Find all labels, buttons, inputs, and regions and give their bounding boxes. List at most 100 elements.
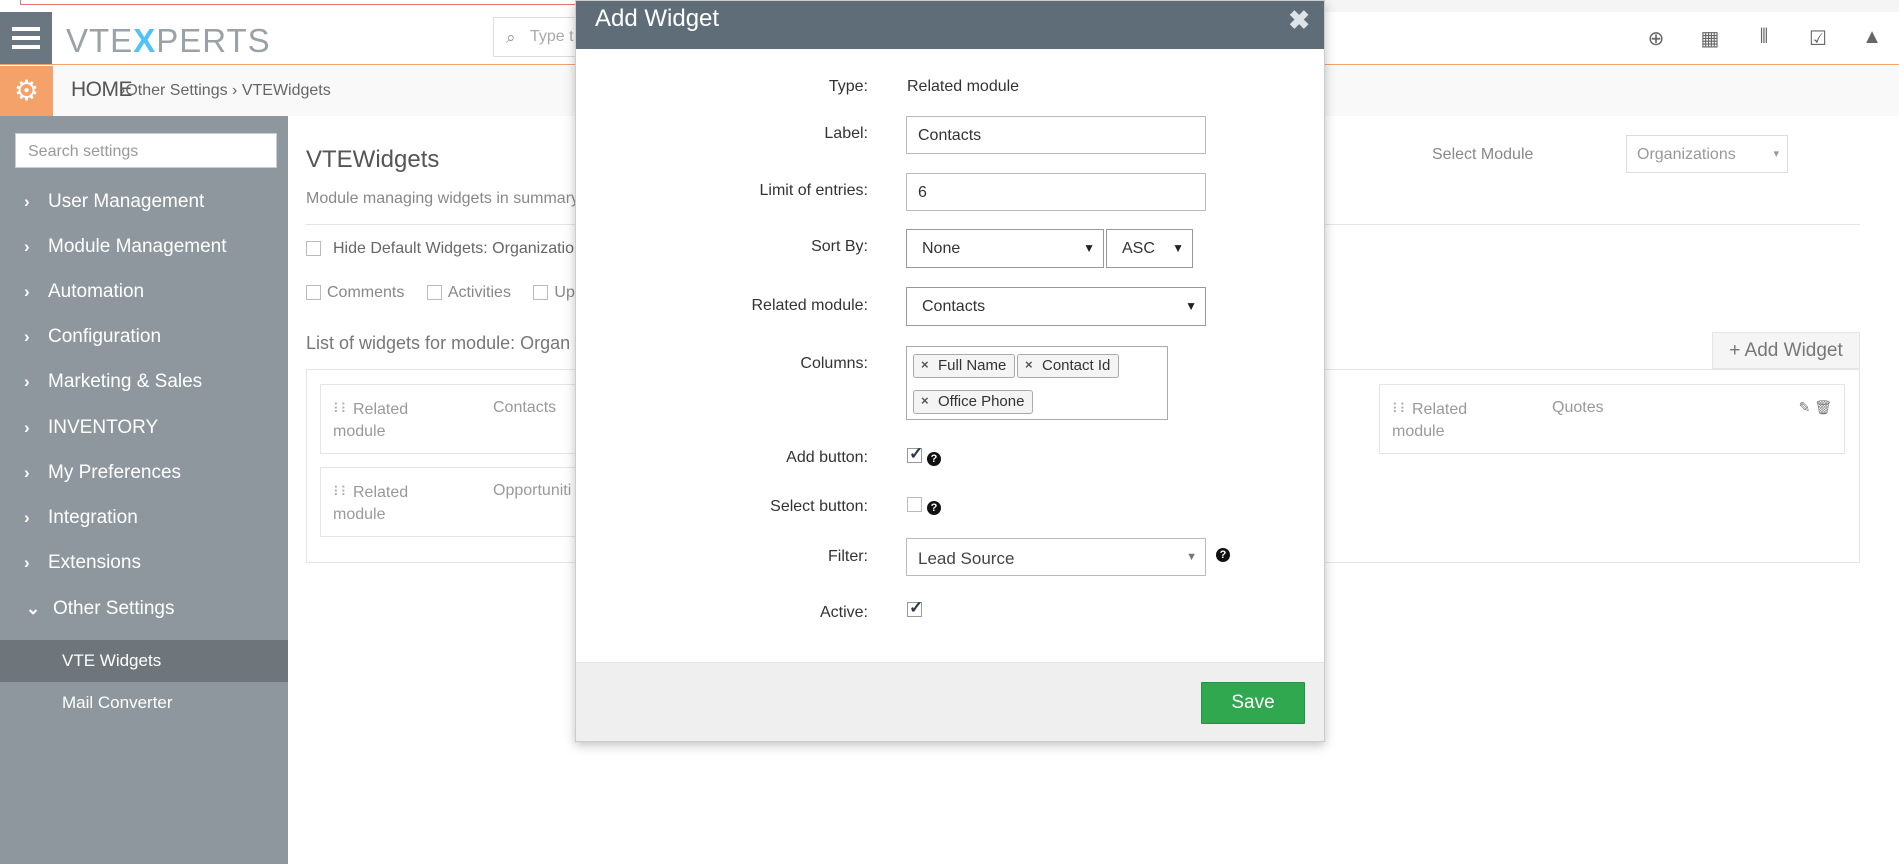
widget-type-toggles: Comments Activities Upd bbox=[306, 284, 576, 302]
hide-default-checkbox[interactable] bbox=[306, 241, 321, 257]
type-label: Comments bbox=[327, 284, 405, 301]
chevron-right-icon: › bbox=[24, 418, 30, 437]
sidebar-item-label: Integration bbox=[48, 507, 138, 528]
chevron-right-icon: › bbox=[24, 327, 30, 346]
select-button-checkbox[interactable] bbox=[907, 497, 922, 512]
hide-default-label: Hide Default Widgets: Organization bbox=[333, 240, 576, 257]
select-button-label: Select button: bbox=[770, 498, 868, 515]
add-widget-modal: Add Widget ✖ Type: Related module Label:… bbox=[575, 0, 1325, 742]
updates-checkbox[interactable] bbox=[533, 285, 549, 301]
sort-by-value: None bbox=[922, 240, 961, 257]
limit-of-entries-input[interactable]: 6 bbox=[906, 173, 1206, 211]
sidebar-item-my-preferences[interactable]: › My Preferences bbox=[0, 453, 288, 493]
top-alert-line bbox=[20, 0, 580, 5]
search-icon: ⌕ bbox=[506, 28, 516, 47]
related-module-value: Contacts bbox=[922, 298, 986, 315]
comments-checkbox[interactable] bbox=[306, 285, 321, 301]
help-icon[interactable]: ? bbox=[1216, 548, 1230, 562]
widget-card[interactable]: ⠇⠇ Related module Quotes ✎ 🗑 bbox=[1379, 384, 1845, 454]
chevron-right-icon: › bbox=[24, 463, 30, 482]
filter-label: Filter: bbox=[828, 548, 868, 565]
sidebar-item-integration[interactable]: › Integration bbox=[0, 498, 288, 538]
chevron-right-icon: › bbox=[24, 192, 30, 211]
type-toggle-activities[interactable]: Activities bbox=[426, 284, 511, 301]
logo-text-part: X bbox=[133, 22, 157, 59]
global-search-input[interactable]: ⌕ Type t bbox=[493, 17, 583, 57]
trash-icon[interactable]: 🗑 bbox=[1814, 399, 1832, 415]
remove-tag-icon[interactable]: × bbox=[921, 357, 929, 372]
widget-type: Related module bbox=[333, 401, 409, 440]
modal-header: Add Widget ✖ bbox=[576, 1, 1324, 49]
column-tag: × Contact Id bbox=[1017, 354, 1120, 378]
search-settings-input[interactable]: Search settings bbox=[15, 133, 277, 168]
sidebar-item-label: Automation bbox=[48, 281, 145, 302]
sort-by-label: Sort By: bbox=[811, 238, 868, 255]
sidebar-item-automation[interactable]: › Automation bbox=[0, 272, 288, 312]
gear-icon[interactable]: ⚙ bbox=[0, 66, 53, 116]
column-tag-label: Office Phone bbox=[938, 393, 1025, 410]
breadcrumb-path[interactable]: ›Other Settings › VTEWidgets bbox=[120, 82, 331, 100]
sidebar-item-user-management[interactable]: › User Management bbox=[0, 182, 288, 222]
column-tag: × Office Phone bbox=[913, 390, 1034, 414]
widget-name: Quotes bbox=[1552, 399, 1604, 416]
checkmark-icon: ✓ bbox=[909, 598, 924, 617]
bar-chart-icon[interactable]: ⫴ bbox=[1737, 26, 1791, 51]
checkmark-icon: ✓ bbox=[909, 444, 924, 463]
columns-multiselect[interactable]: × Full Name × Contact Id × Office Phone bbox=[906, 346, 1168, 420]
sidebar-item-configuration[interactable]: › Configuration bbox=[0, 317, 288, 357]
filter-select[interactable]: Lead Source ▼ bbox=[906, 538, 1206, 576]
user-icon[interactable]: ▲ bbox=[1845, 26, 1899, 51]
caret-down-icon: ▼ bbox=[1083, 241, 1095, 255]
columns-label: Columns: bbox=[800, 355, 868, 372]
sidebar-item-label: User Management bbox=[48, 191, 205, 212]
sidebar-item-label: My Preferences bbox=[48, 462, 182, 483]
top-strip bbox=[1310, 0, 1899, 12]
add-widget-button[interactable]: + Add Widget bbox=[1712, 332, 1860, 369]
plus-circle-icon[interactable]: ⊕ bbox=[1629, 26, 1683, 51]
task-check-icon[interactable]: ☑ bbox=[1791, 26, 1845, 51]
active-label: Active: bbox=[819, 604, 868, 621]
sort-order-select[interactable]: ASC ▼ bbox=[1106, 229, 1193, 268]
remove-tag-icon[interactable]: × bbox=[1025, 357, 1033, 372]
type-toggle-updates[interactable]: Upd bbox=[533, 284, 576, 301]
sidebar-item-label: Marketing & Sales bbox=[48, 371, 203, 392]
activities-checkbox[interactable] bbox=[426, 285, 442, 301]
widget-card[interactable]: ⠇⠇ Related module Contacts bbox=[320, 384, 582, 454]
related-module-label: Related module: bbox=[751, 297, 868, 314]
vtexperts-logo[interactable]: VTEXPERTS bbox=[66, 22, 271, 60]
pencil-icon[interactable]: ✎ bbox=[1799, 399, 1811, 415]
widget-card[interactable]: ⠇⠇ Related module Opportuniti bbox=[320, 467, 582, 537]
sidebar-subitem-mail-converter[interactable]: Mail Converter bbox=[0, 682, 288, 724]
related-module-select[interactable]: Contacts ▼ bbox=[906, 287, 1206, 326]
remove-tag-icon[interactable]: × bbox=[921, 393, 929, 408]
label-input[interactable]: Contacts bbox=[906, 116, 1206, 154]
active-checkbox[interactable]: ✓ bbox=[907, 598, 923, 617]
chevron-down-icon: ⌄ bbox=[26, 599, 41, 618]
widget-name: Contacts bbox=[493, 399, 557, 416]
save-button[interactable]: Save bbox=[1201, 682, 1305, 724]
sidebar-item-marketing-sales[interactable]: › Marketing & Sales bbox=[0, 362, 288, 402]
type-toggle-comments[interactable]: Comments bbox=[306, 284, 404, 301]
widget-actions: ✎ 🗑 bbox=[1799, 399, 1832, 416]
help-icon[interactable]: ? bbox=[927, 452, 941, 466]
help-icon[interactable]: ? bbox=[927, 501, 941, 515]
column-tag-label: Contact Id bbox=[1042, 357, 1111, 374]
settings-sidebar: Search settings › User Management › Module… bbox=[0, 116, 288, 864]
add-button-checkbox[interactable]: ✓ bbox=[907, 444, 923, 463]
sidebar-item-module-management[interactable]: › Module Management bbox=[0, 227, 288, 267]
menu-toggle-button[interactable] bbox=[0, 12, 52, 64]
select-module-dropdown[interactable]: Organizations ▾ bbox=[1626, 135, 1788, 173]
chevron-right-icon: › bbox=[24, 553, 30, 572]
calendar-icon[interactable]: ▦ bbox=[1683, 26, 1737, 51]
sidebar-item-inventory[interactable]: › INVENTORY bbox=[0, 408, 288, 448]
hide-default-widgets[interactable]: Hide Default Widgets: Organization bbox=[306, 240, 576, 258]
close-icon[interactable]: ✖ bbox=[1288, 5, 1310, 36]
sidebar-item-label: Extensions bbox=[48, 552, 141, 573]
sidebar-subitem-vte-widgets[interactable]: VTE Widgets bbox=[0, 640, 288, 682]
search-placeholder: Type t bbox=[530, 28, 574, 45]
sort-by-select[interactable]: None ▼ bbox=[906, 229, 1104, 268]
sidebar-item-other-settings[interactable]: ⌄ Other Settings bbox=[0, 589, 288, 629]
hamburger-icon bbox=[12, 27, 40, 31]
sort-order-value: ASC bbox=[1122, 240, 1155, 257]
sidebar-item-extensions[interactable]: › Extensions bbox=[0, 543, 288, 583]
